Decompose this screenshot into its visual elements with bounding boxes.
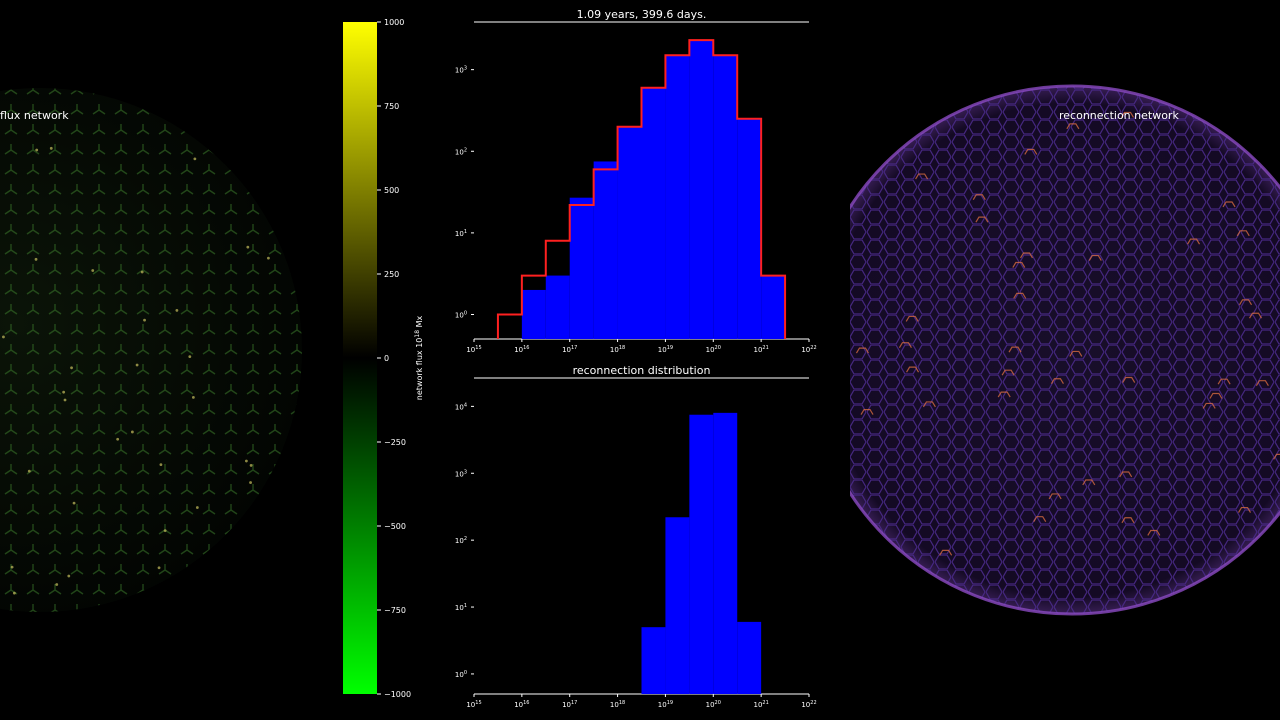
y-tick-label: 100 (455, 311, 467, 320)
reconnection-histogram: reconnection distribution 1015 1016 1017 101… (455, 364, 817, 709)
flux-histogram: 1.09 years, 399.6 days. 1015 1016 1017 1018 1… (455, 8, 817, 354)
x-tick-label: 1020 (706, 345, 721, 354)
reconnection-network-label: reconnection network (1059, 109, 1179, 122)
y-tick-label: 101 (455, 603, 467, 612)
y-tick-label: 102 (455, 147, 467, 156)
histogram-bar (665, 55, 690, 340)
x-tick-label: 1016 (514, 345, 529, 354)
histogram-bar (713, 55, 738, 340)
x-tick-label: 1018 (610, 700, 625, 709)
histogram-bar (641, 87, 666, 339)
flux-network-sphere (0, 88, 302, 612)
x-tick-label: 1020 (706, 700, 721, 709)
y-tick-label: 103 (455, 66, 467, 75)
x-tick-label: 1017 (562, 345, 577, 354)
histogram-area: 1.09 years, 399.6 days. 1015 1016 1017 1018 1… (455, 8, 817, 709)
x-tick-label: 1019 (658, 345, 673, 354)
y-tick-label: 103 (455, 469, 467, 478)
histogram-bar (521, 289, 546, 339)
colorbar-tick-label: −500 (384, 522, 406, 531)
histogram-bar (641, 627, 666, 694)
colorbar: 1000 750 500 250 0 −250 −500 −750 −1000 network … (343, 18, 424, 699)
x-tick-label: 1021 (753, 700, 768, 709)
colorbar-tick-label: −250 (384, 438, 406, 447)
colorbar-tick-label: 500 (384, 186, 399, 195)
histogram-bar (617, 126, 642, 340)
x-tick-label: 1022 (801, 700, 816, 709)
histogram-bar (737, 118, 762, 339)
flux-network-label: flux network (0, 109, 69, 122)
colorbar-tick-label: −1000 (384, 690, 411, 699)
colorbar-tick-label: 250 (384, 270, 399, 279)
colorbar-tick-label: 1000 (384, 18, 404, 27)
colorbar-tick-label: 0 (384, 354, 389, 363)
x-tick-label: 1018 (610, 345, 625, 354)
x-tick-label: 1015 (466, 345, 481, 354)
x-tick-label: 1021 (753, 345, 768, 354)
histogram-bar (713, 412, 738, 694)
reconnection-network-sphere (850, 84, 1280, 616)
histogram-bar (737, 621, 762, 694)
x-tick-label: 1017 (562, 700, 577, 709)
colorbar-label: network flux 1018 Mx (414, 316, 424, 401)
histogram-bar (761, 275, 786, 339)
histogram-bar (593, 161, 618, 339)
y-tick-label: 101 (455, 229, 467, 238)
colorbar-tick-label: −750 (384, 606, 406, 615)
y-tick-label: 100 (455, 670, 467, 679)
histogram-bar (665, 517, 690, 694)
histogram-bar (545, 275, 570, 339)
histogram-bar (689, 40, 714, 339)
colorbar-gradient (343, 22, 377, 694)
x-tick-label: 1022 (801, 345, 816, 354)
colorbar-tick-label: 750 (384, 102, 399, 111)
histogram-bar (689, 414, 714, 694)
x-tick-label: 1015 (466, 700, 481, 709)
y-tick-label: 104 (455, 402, 467, 411)
y-tick-label: 102 (455, 536, 467, 545)
x-tick-label: 1016 (514, 700, 529, 709)
chart-title: 1.09 years, 399.6 days. (577, 8, 707, 21)
histogram-bar (569, 197, 594, 339)
x-tick-label: 1019 (658, 700, 673, 709)
chart-title: reconnection distribution (573, 364, 711, 377)
